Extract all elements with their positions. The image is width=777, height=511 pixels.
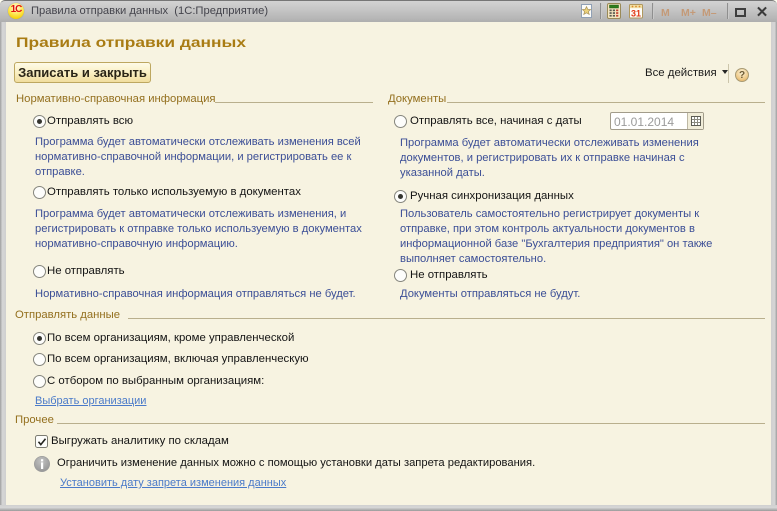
svg-text:31: 31 — [631, 9, 641, 19]
